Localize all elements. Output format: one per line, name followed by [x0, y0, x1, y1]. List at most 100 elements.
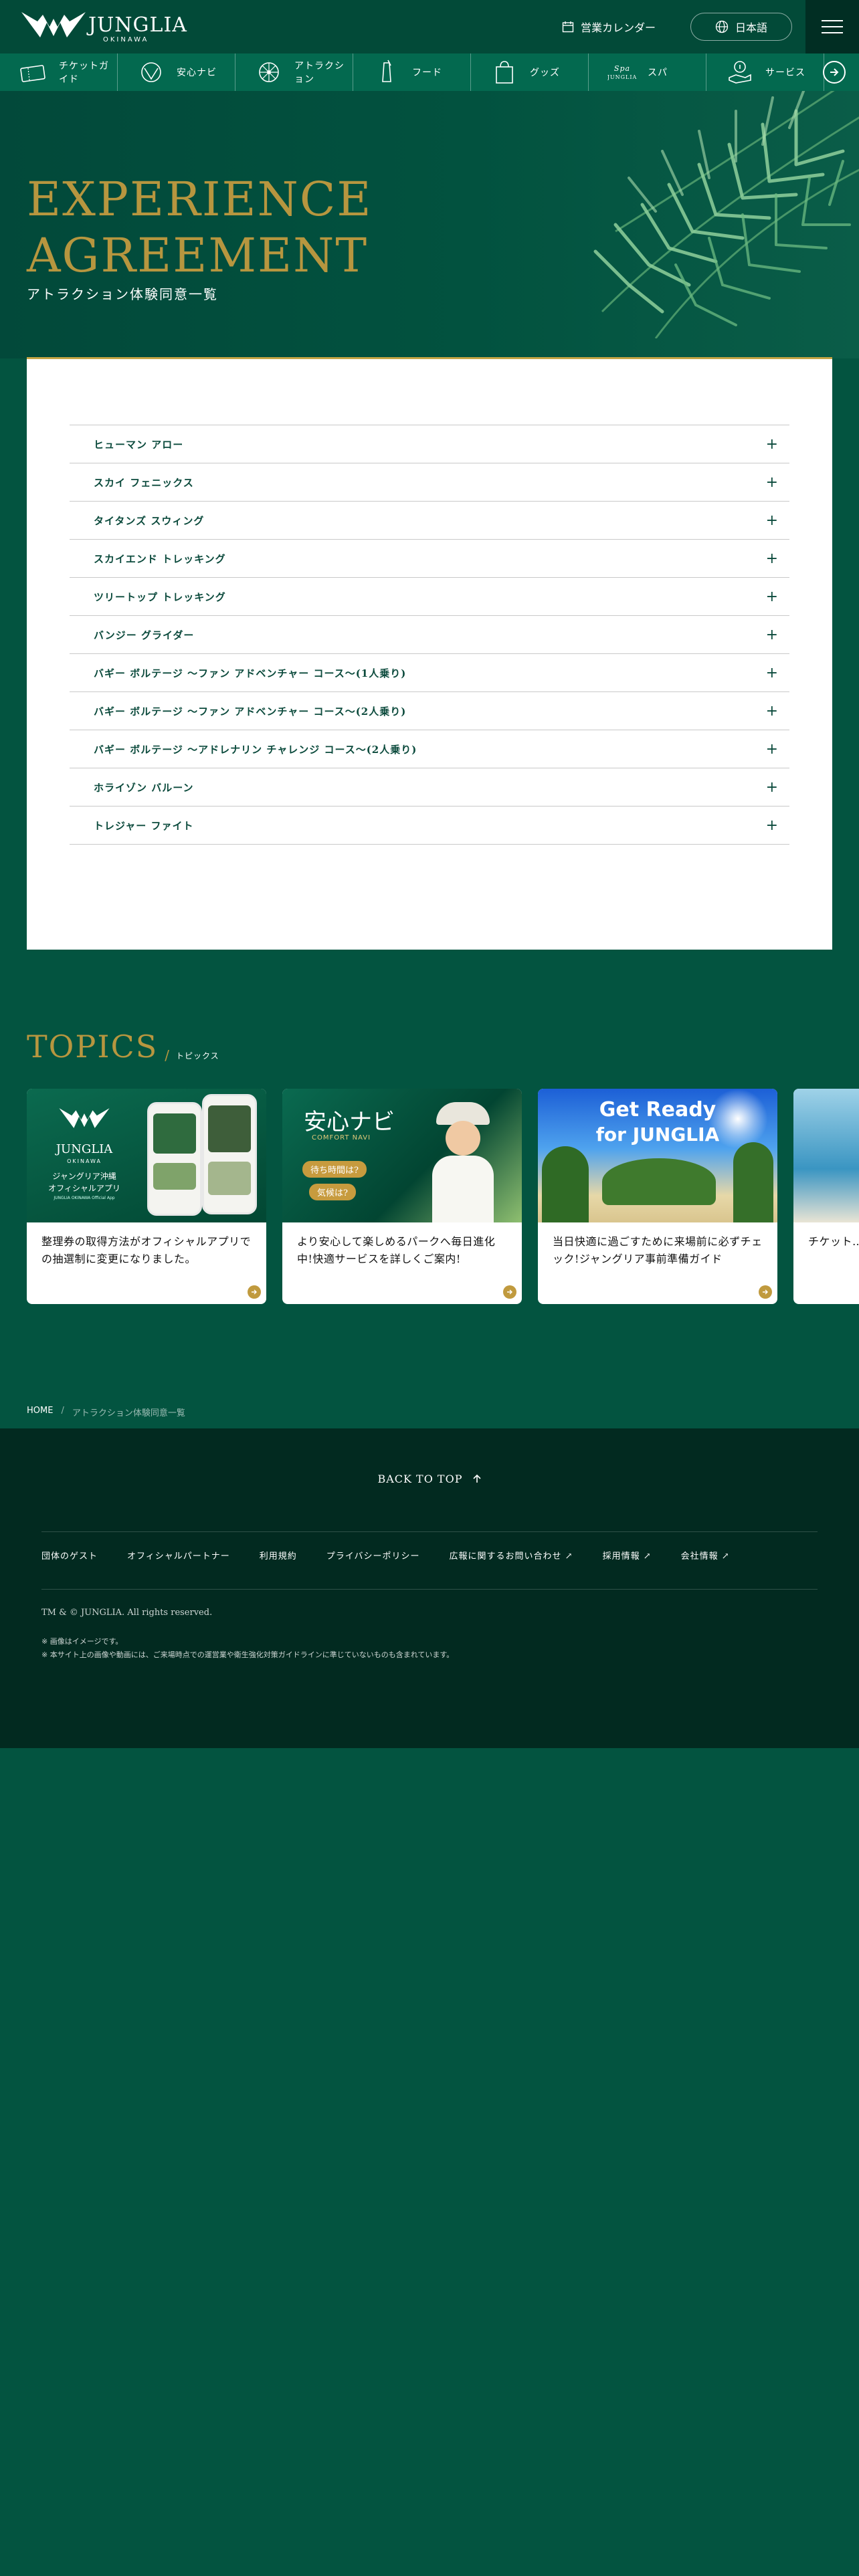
topics-title: TOPICS [27, 1029, 159, 1065]
arrow-right-icon [830, 68, 839, 76]
topic-card-text: チケット…を120%…び方! [808, 1235, 859, 1248]
plus-icon: + [765, 702, 779, 720]
topic-card[interactable]: 安心ナビ COMFORT NAVI 待ち時間は? 気候は? より安心して楽しめる… [282, 1089, 522, 1304]
footer-links: 団体のゲスト オフィシャルパートナー 利用規約 プライバシーポリシー 広報に関す… [41, 1549, 730, 1562]
nav-item-attraction[interactable]: アトラクション [235, 53, 353, 91]
tree-illustration [602, 1158, 716, 1205]
nav-item-food[interactable]: フード [353, 53, 471, 91]
footer-link-terms[interactable]: 利用規約 [260, 1549, 297, 1562]
svg-text:JUNGLIA: JUNGLIA [607, 74, 637, 80]
accordion-item[interactable]: バギー ボルテージ ～アドレナリン チャレンジ コース～(2人乗り) + [70, 730, 789, 768]
footer-link-group-guests[interactable]: 団体のゲスト [41, 1549, 98, 1562]
language-label: 日本語 [735, 21, 767, 34]
globe-icon [715, 20, 729, 33]
attraction-icon [259, 62, 279, 82]
plus-icon: + [765, 588, 779, 605]
logo-subtitle: OKINAWA [103, 36, 149, 43]
nav-scroll-next-button[interactable] [823, 61, 846, 84]
accordion-item-label: ツリートップ トレッキング [94, 591, 226, 603]
phone-mockup [147, 1102, 202, 1216]
footer-note: ※ 画像はイメージです。 [41, 1637, 123, 1646]
palm-leaves-decoration [593, 91, 859, 338]
junglia-wings-icon [21, 12, 86, 37]
breadcrumb-home[interactable]: HOME [27, 1406, 53, 1418]
topic-card-text: 整理券の取得方法がオフィシャルアプリでの抽選制に変更になりました。 [41, 1235, 252, 1265]
topics-subtitle: トピックス [175, 1051, 219, 1061]
accordion-item[interactable]: バギー ボルテージ ～ファン アドベンチャー コース～(1人乗り) + [70, 654, 789, 692]
hamburger-menu-button[interactable] [805, 0, 859, 53]
topic-card[interactable]: JUNGLIA OKINAWA ジャングリア沖縄 オフィシャルアプリ JUNGL… [27, 1089, 266, 1304]
footer-link-privacy[interactable]: プライバシーポリシー [326, 1549, 420, 1562]
nav-item-label: スパ [648, 68, 668, 78]
footer-divider [41, 1589, 818, 1590]
nav-item-label: グッズ [530, 68, 560, 78]
nav-item-label: アトラクション [294, 61, 345, 85]
badge-wait-time: 待ち時間は? [302, 1161, 367, 1178]
page-title-line2: AGREEMENT [27, 228, 369, 283]
accordion-item[interactable]: ホライゾン バルーン + [70, 768, 789, 807]
footer-note: ※ 本サイト上の画像や動画には、ご来場時点での運営業や衛生強化対策ガイドラインに… [41, 1650, 454, 1659]
category-nav: チケットガイド 安心ナビ アトラクション フード グッズ Spa JUNGLIA… [0, 53, 859, 91]
agreement-accordion-list: ヒューマン アロー + スカイ フェニックス + タイタンズ スウィング + スカイエ… [70, 425, 789, 845]
accordion-item[interactable]: バギー ボルテージ ～ファン アドベンチャー コース～(2人乗り) + [70, 692, 789, 730]
footer-link-recruit[interactable]: 採用情報 ↗ [603, 1549, 652, 1562]
nav-item-ticket-guide[interactable]: チケットガイド [0, 53, 118, 91]
plus-icon: + [765, 512, 779, 529]
topic-card[interactable]: チケット…を120%…び方! [793, 1089, 859, 1304]
app-caption-line2: オフィシャルアプリ [48, 1184, 120, 1193]
language-selector[interactable]: 日本語 [690, 13, 792, 41]
topic-card-image: Get Ready for JUNGLIA [538, 1089, 777, 1222]
nav-item-label: チケットガイド [59, 61, 109, 85]
accordion-item[interactable]: ツリートップ トレッキング + [70, 578, 789, 616]
accordion-item[interactable]: スカイエンド トレッキング + [70, 540, 789, 578]
nav-item-goods[interactable]: グッズ [471, 53, 589, 91]
back-to-top-label: BACK TO TOP [377, 1473, 463, 1485]
menu-bar [822, 20, 843, 21]
app-logo-sub: OKINAWA [67, 1158, 102, 1164]
accordion-item-label: バンジー グライダー [94, 629, 195, 641]
accordion-item[interactable]: バンジー グライダー + [70, 616, 789, 654]
arrow-right-icon [248, 1285, 261, 1299]
footer-link-company[interactable]: 会社情報 ↗ [681, 1549, 730, 1562]
junglia-logo[interactable]: JUNGLIA OKINAWA [20, 9, 187, 45]
breadcrumb: HOME / アトラクション体験同意一覧 [27, 1406, 185, 1418]
accordion-item[interactable]: スカイ フェニックス + [70, 463, 789, 502]
arrow-right-icon [503, 1285, 516, 1299]
agreement-panel: ヒューマン アロー + スカイ フェニックス + タイタンズ スウィング + スカイエ… [27, 357, 832, 950]
back-to-top-button[interactable]: BACK TO TOP [0, 1473, 859, 1485]
plus-icon: + [765, 435, 779, 453]
accordion-item-label: スカイエンド トレッキング [94, 552, 226, 565]
safety-navi-icon [141, 62, 161, 82]
page-title: EXPERIENCE AGREEMENT [27, 171, 455, 284]
service-icon [729, 61, 751, 84]
child-photo [423, 1102, 503, 1222]
topic-card[interactable]: Get Ready for JUNGLIA 当日快適に過ごすために来場前に必ずチ… [538, 1089, 777, 1304]
plus-icon: + [765, 626, 779, 643]
nav-item-spa[interactable]: Spa JUNGLIA スパ [589, 53, 706, 91]
accordion-item[interactable]: タイタンズ スウィング + [70, 502, 789, 540]
badge-weather: 気候は? [309, 1184, 356, 1200]
topic-card-image: JUNGLIA OKINAWA ジャングリア沖縄 オフィシャルアプリ JUNGL… [27, 1089, 266, 1222]
get-ready-line2: for JUNGLIA [595, 1123, 720, 1146]
food-icon [382, 60, 391, 82]
arrow-right-icon [759, 1285, 772, 1299]
calendar-link[interactable]: 営業カレンダー [562, 16, 656, 37]
calendar-label: 営業カレンダー [581, 21, 656, 34]
accordion-item[interactable]: ヒューマン アロー + [70, 425, 789, 463]
nav-item-label: サービス [765, 68, 805, 78]
nav-item-service[interactable]: サービス [706, 53, 824, 91]
accordion-item-label: バギー ボルテージ ～ファン アドベンチャー コース～(1人乗り) [94, 667, 407, 679]
accordion-item-label: タイタンズ スウィング [94, 514, 205, 527]
footer-link-press-contact[interactable]: 広報に関するお問い合わせ ↗ [450, 1549, 573, 1562]
logo-wordmark: JUNGLIA [88, 13, 187, 37]
topic-card-image: 安心ナビ COMFORT NAVI 待ち時間は? 気候は? [282, 1089, 522, 1222]
goods-bag-icon [496, 61, 513, 84]
accordion-item[interactable]: トレジャー ファイト + [70, 807, 789, 845]
topic-card-text: 当日快適に過ごすために来場前に必ずチェック!ジャングリア事前準備ガイド [553, 1235, 763, 1265]
topic-card-text: より安心して楽しめるパークへ毎日進化中!快適サービスを詳しくご案内! [297, 1235, 496, 1265]
plus-icon: + [765, 740, 779, 758]
nav-item-safety-navi[interactable]: 安心ナビ [118, 53, 235, 91]
app-caption-line1: ジャングリア沖縄 [52, 1172, 116, 1181]
site-footer: BACK TO TOP 団体のゲスト オフィシャルパートナー 利用規約 プライバ… [0, 1428, 859, 1748]
footer-link-partners[interactable]: オフィシャルパートナー [127, 1549, 230, 1562]
